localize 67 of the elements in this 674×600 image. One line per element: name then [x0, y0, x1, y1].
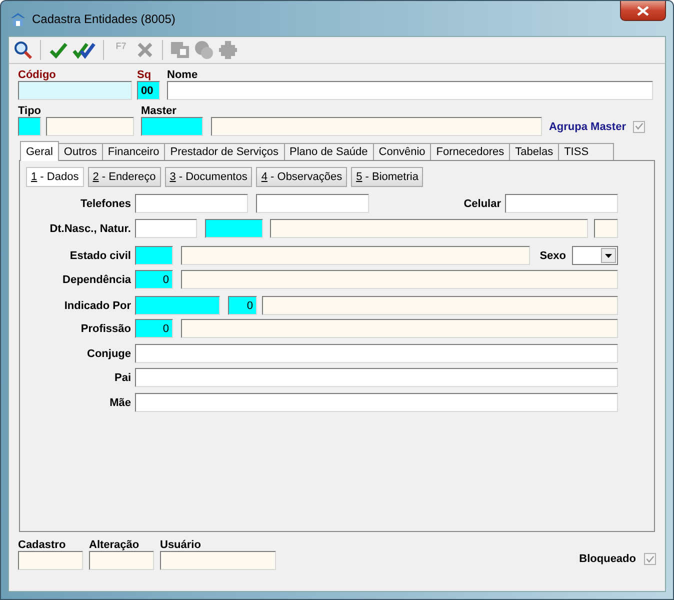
input-field[interactable] [135, 296, 220, 315]
field-label: Dependência [62, 274, 132, 286]
field-label: Dt.Nasc., Natur. [48, 222, 132, 234]
field-label: Sexo [540, 250, 566, 262]
input-field[interactable] [141, 117, 203, 136]
field-label: Alteração [89, 539, 140, 551]
input-field[interactable] [181, 319, 618, 338]
dropdown[interactable] [572, 246, 618, 265]
input-field[interactable] [135, 194, 248, 213]
input-field[interactable]: 0 [135, 319, 173, 338]
field-label: Cadastro [18, 539, 67, 551]
field-label: Conjuge [86, 348, 132, 360]
field-label: Profissão [80, 322, 132, 334]
input-field[interactable] [256, 194, 369, 213]
input-field[interactable] [46, 117, 134, 136]
input-field[interactable] [211, 117, 542, 136]
input-field[interactable]: 0 [228, 296, 257, 315]
input-field[interactable] [135, 246, 173, 265]
input-field[interactable] [181, 270, 618, 289]
input-field[interactable] [181, 246, 530, 265]
tab[interactable]: TISS [558, 143, 614, 160]
subtab[interactable]: 1 - Dados [26, 167, 84, 187]
double-check-icon[interactable] [72, 40, 96, 60]
input-field[interactable] [205, 219, 263, 238]
checkbox-label: Agrupa Master [548, 120, 626, 132]
app-icon [10, 10, 26, 26]
tab[interactable]: Geral [20, 141, 59, 161]
close-icon [637, 6, 649, 16]
input-field[interactable] [18, 81, 132, 100]
input-field[interactable] [135, 368, 618, 387]
subtab[interactable]: 2 - Endereço [88, 167, 161, 187]
input-field[interactable] [135, 393, 618, 412]
input-field[interactable] [135, 344, 618, 363]
subtab[interactable]: 5 - Biometria [351, 167, 424, 187]
input-field[interactable] [270, 219, 588, 238]
field-label: Tipo [18, 105, 42, 117]
input-field[interactable] [18, 551, 83, 570]
search-icon[interactable] [13, 40, 33, 60]
input-field[interactable] [594, 219, 618, 238]
input-field[interactable] [505, 194, 618, 213]
field-label: Nome [167, 69, 199, 81]
field-label: Pai [113, 372, 132, 384]
field-label: Código [18, 69, 57, 81]
input-field[interactable] [18, 117, 41, 136]
input-field[interactable] [89, 551, 154, 570]
field-label: Sq [137, 69, 152, 81]
input-field[interactable] [262, 296, 618, 315]
subtab[interactable]: 3 - Documentos [164, 167, 252, 187]
field-label: Usuário [160, 539, 202, 551]
field-label: Telefones [79, 198, 132, 210]
field-label: Mãe [108, 396, 132, 408]
field-label: Celular [464, 198, 501, 210]
field-label: Indicado Por [63, 300, 132, 312]
subtab[interactable]: 4 - Observações [256, 167, 348, 187]
check-icon[interactable] [48, 40, 68, 60]
input-field[interactable] [135, 219, 197, 238]
close-button[interactable] [620, 1, 666, 21]
tab[interactable]: Prestador de Serviços [164, 143, 284, 160]
field-label: Estado civil [68, 250, 132, 262]
caret-icon [605, 254, 612, 258]
input-field[interactable] [167, 81, 653, 100]
input-field[interactable] [160, 551, 276, 570]
input-field[interactable]: 00 [137, 81, 160, 100]
field-label: Master [141, 105, 178, 117]
checkbox-label: Bloqueado [579, 553, 636, 565]
window-title: Cadastra Entidades (8005) [32, 12, 176, 26]
input-field[interactable]: 0 [135, 270, 173, 289]
